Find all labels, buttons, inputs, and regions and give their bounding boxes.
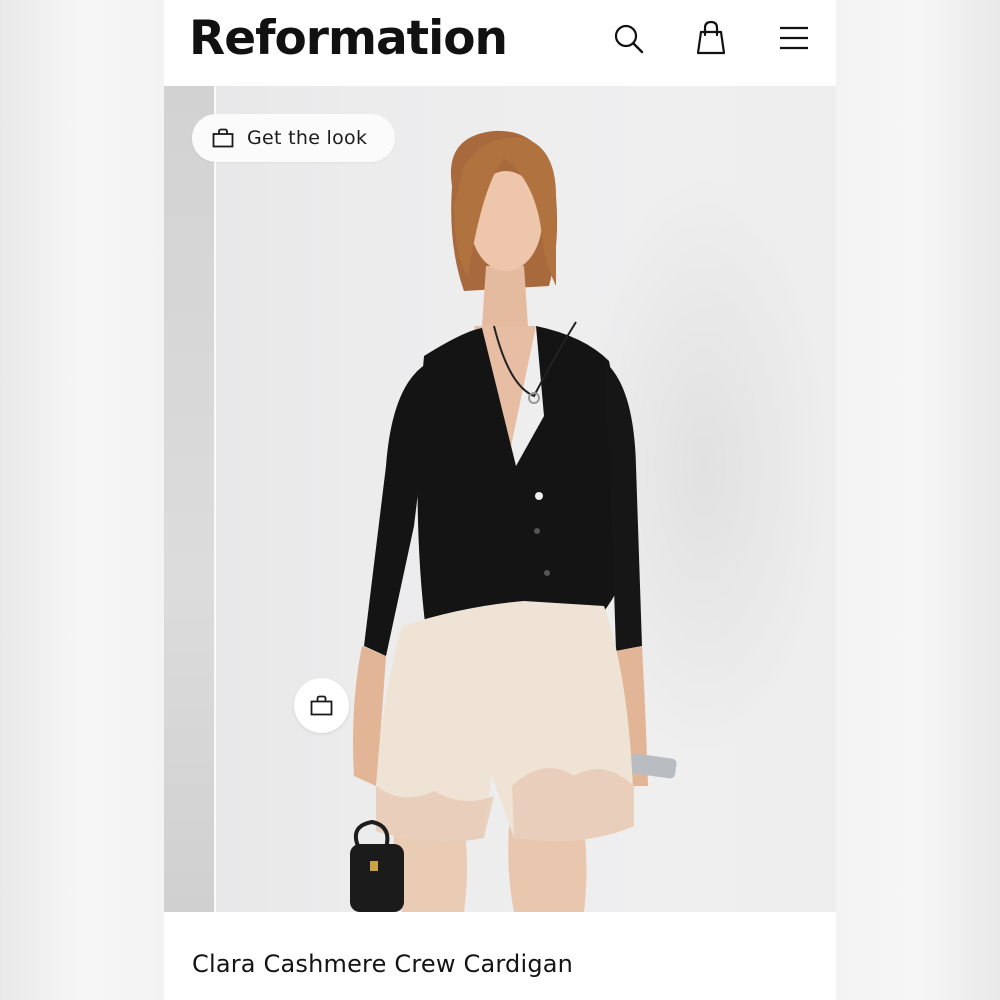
shop-item-hotspot[interactable]	[294, 678, 349, 733]
shopping-bag-icon	[212, 128, 234, 148]
shopping-bag-icon	[310, 695, 333, 716]
model-illustration	[350, 130, 677, 912]
product-page: Reformation Get the look Clara Cashmere …	[164, 0, 836, 1000]
search-button[interactable]	[612, 20, 646, 56]
get-the-look-button[interactable]: Get the look	[192, 114, 395, 162]
search-icon	[614, 24, 644, 54]
product-hero-image[interactable]: Get the look	[164, 86, 836, 912]
menu-button[interactable]	[777, 20, 811, 56]
product-title[interactable]: Clara Cashmere Crew Cardigan	[192, 950, 573, 978]
site-header: Reformation	[164, 0, 836, 86]
hamburger-menu-icon	[780, 26, 808, 50]
shopping-bag-icon	[696, 20, 726, 55]
cart-button[interactable]	[694, 20, 728, 56]
brand-logo[interactable]: Reformation	[189, 6, 508, 72]
get-the-look-label: Get the look	[247, 127, 368, 149]
